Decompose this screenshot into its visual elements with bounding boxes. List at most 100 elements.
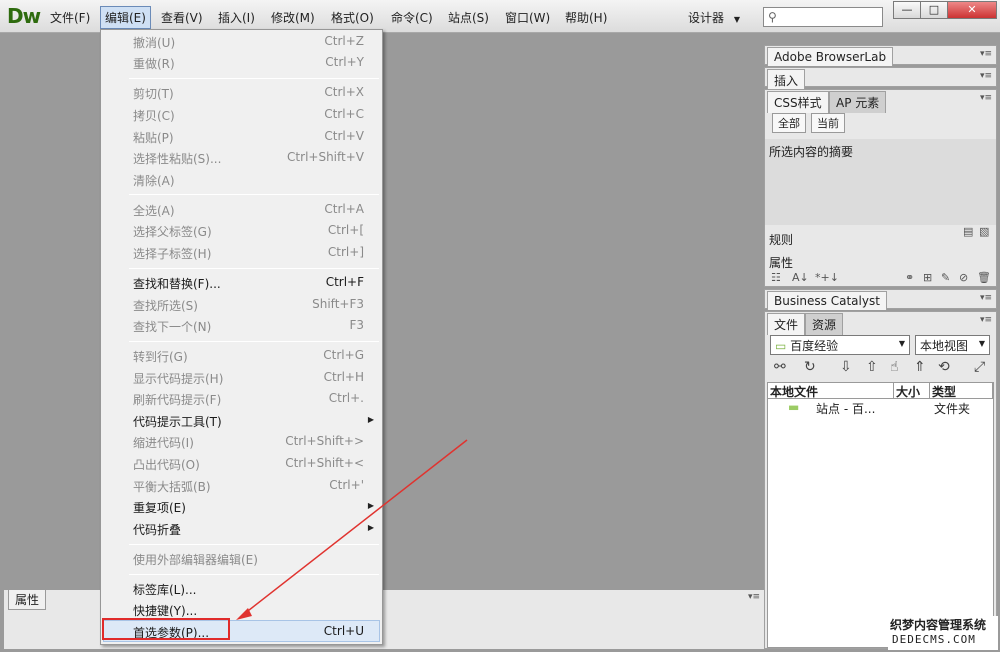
menu-item-redo[interactable]: 重做(R)	[133, 55, 175, 72]
menu-help[interactable]: 帮助(H)	[565, 9, 607, 26]
menu-item-copy[interactable]: 拷贝(C)	[133, 107, 175, 124]
panel-menu-icon[interactable]: ▾≡	[980, 93, 992, 103]
menu-item-indent-code[interactable]: 缩进代码(I)	[133, 434, 194, 451]
menu-item-show-code-hints[interactable]: 显示代码提示(H)	[133, 370, 223, 387]
menu-view[interactable]: 查看(V)	[161, 9, 203, 26]
tab-business-catalyst[interactable]: Business Catalyst	[767, 291, 887, 310]
menu-item-tag-libraries[interactable]: 标签库(L)...	[133, 581, 197, 598]
menu-item-keyboard-shortcuts[interactable]: 快捷键(Y)...	[133, 602, 197, 619]
shortcut: Ctrl+Shift+V	[287, 150, 364, 164]
view-select[interactable]: 本地视图 ▼	[915, 335, 990, 355]
delete-icon[interactable]: 🗑	[977, 271, 991, 284]
panel-menu-icon[interactable]: ▾≡	[980, 293, 992, 303]
menu-item-find-next[interactable]: 查找下一个(N)	[133, 318, 211, 335]
sort-az-icon[interactable]: A↓	[792, 271, 809, 284]
tab-properties[interactable]: 属性	[8, 590, 47, 610]
close-button[interactable]: ✕	[947, 1, 997, 19]
watermark-line2: DEDECMS.COM	[892, 633, 976, 646]
menu-command[interactable]: 命令(C)	[391, 9, 433, 26]
panel-menu-icon[interactable]: ▾≡	[980, 49, 992, 59]
menu-item-find-replace[interactable]: 查找和替换(F)...	[133, 275, 221, 292]
column-header-local-files[interactable]: 本地文件	[768, 383, 894, 399]
menu-modify[interactable]: 修改(M)	[271, 9, 315, 26]
shortcut: Ctrl+[	[327, 223, 364, 237]
site-select[interactable]: ▭ 百度经验 ▼	[770, 335, 910, 355]
set-properties-icon[interactable]: *+↓	[815, 271, 839, 284]
shortcut: Ctrl+Shift+<	[285, 456, 364, 470]
view-select-value: 本地视图	[920, 339, 969, 353]
menu-item-select-child[interactable]: 选择子标签(H)	[133, 245, 211, 262]
menu-separator	[129, 268, 379, 269]
put-files-icon[interactable]: ⇧	[866, 359, 878, 375]
menu-item-find-selection[interactable]: 查找所选(S)	[133, 297, 198, 314]
connect-icon[interactable]: ⚯	[774, 359, 786, 375]
menu-file[interactable]: 文件(F)	[50, 9, 90, 26]
link-icon[interactable]: ⚭	[905, 271, 914, 284]
shortcut: Ctrl+F	[325, 275, 364, 289]
tab-css-styles[interactable]: CSS样式	[767, 91, 829, 113]
panel-menu-icon[interactable]: ▾≡	[980, 71, 992, 81]
menu-separator	[129, 574, 379, 575]
edit-icon[interactable]: ✎	[941, 271, 950, 284]
insert-panel: 插入 ▾≡	[764, 67, 997, 91]
new-rule-icon[interactable]: ⊞	[923, 271, 932, 284]
menu-separator	[129, 78, 379, 79]
rule-icon[interactable]: ▤	[963, 225, 973, 238]
menu-item-refresh-code-hints[interactable]: 刷新代码提示(F)	[133, 391, 221, 408]
tab-ap-elements[interactable]: AP 元素	[829, 91, 887, 113]
menu-item-select-parent-tag[interactable]: 选择父标签(G)	[133, 223, 212, 240]
menu-item-code-collapse[interactable]: 代码折叠	[133, 521, 181, 538]
refresh-icon[interactable]: ↻	[804, 359, 816, 375]
show-current-button[interactable]: 当前	[811, 113, 845, 133]
get-files-icon[interactable]: ⇩	[840, 359, 852, 375]
menu-item-go-to-line[interactable]: 转到行(G)	[133, 348, 188, 365]
menu-insert[interactable]: 插入(I)	[218, 9, 255, 26]
watermark: 织梦内容管理系统 DEDECMS.COM	[888, 616, 998, 650]
shortcut: Ctrl+]	[327, 245, 364, 259]
menu-site[interactable]: 站点(S)	[448, 9, 489, 26]
menu-item-balance-braces[interactable]: 平衡大括弧(B)	[133, 478, 211, 495]
check-in-icon[interactable]: ⇑	[914, 359, 926, 375]
panel-menu-icon[interactable]: ▾≡	[748, 592, 760, 602]
menu-edit[interactable]: 编辑(E)	[100, 6, 151, 29]
menu-item-select-all[interactable]: 全选(A)	[133, 202, 175, 219]
column-header-type[interactable]: 类型	[930, 383, 993, 399]
panel-menu-icon[interactable]: ▾≡	[980, 315, 992, 325]
category-view-icon[interactable]: ☷	[771, 271, 781, 284]
menu-item-undo[interactable]: 撤消(U)	[133, 34, 175, 51]
file-type: 文件夹	[934, 402, 971, 416]
menu-item-repeating-items[interactable]: 重复项(E)	[133, 499, 186, 516]
minimize-button[interactable]: —	[893, 1, 921, 19]
menu-item-clear[interactable]: 清除(A)	[133, 172, 175, 189]
menu-item-code-hint-tools[interactable]: 代码提示工具(T)	[133, 413, 222, 430]
menu-item-cut[interactable]: 剪切(T)	[133, 85, 174, 102]
shortcut: Ctrl+Shift+>	[285, 434, 364, 448]
menu-item-paste-special[interactable]: 选择性粘贴(S)...	[133, 150, 221, 167]
rule-icon[interactable]: ▧	[979, 225, 989, 238]
shortcut: Ctrl+H	[323, 370, 364, 384]
menu-format[interactable]: 格式(O)	[331, 9, 374, 26]
sync-icon[interactable]: ⟲	[938, 359, 950, 375]
check-out-icon[interactable]: ☝	[890, 359, 899, 375]
expand-icon[interactable]: ⤢	[974, 359, 985, 375]
tab-browserlab[interactable]: Adobe BrowserLab	[767, 47, 894, 66]
menu-window[interactable]: 窗口(W)	[505, 9, 550, 26]
tab-assets[interactable]: 资源	[805, 313, 844, 335]
chevron-down-icon: ▼	[898, 339, 905, 348]
menu-item-external-editor[interactable]: 使用外部编辑器编辑(E)	[133, 551, 258, 568]
workspace-switcher[interactable]: 设计器 ▼	[688, 9, 740, 26]
menu-separator	[129, 341, 379, 342]
shortcut: F3	[349, 318, 364, 332]
folder-icon: ▭	[775, 339, 787, 353]
show-all-button[interactable]: 全部	[772, 113, 806, 133]
column-header-size[interactable]: 大小	[894, 383, 930, 399]
menu-item-outdent-code[interactable]: 凸出代码(O)	[133, 456, 200, 473]
disable-icon[interactable]: ⊘	[959, 271, 968, 284]
tab-files[interactable]: 文件	[767, 313, 806, 335]
search-input[interactable]: ⚲	[763, 7, 883, 27]
menu-item-paste[interactable]: 粘贴(P)	[133, 129, 174, 146]
table-row[interactable]: ▬ 站点 - 百... 文件夹	[768, 400, 993, 416]
properties-label: 属性	[769, 256, 794, 270]
tab-insert[interactable]: 插入	[767, 69, 806, 91]
maximize-button[interactable]: □	[920, 1, 948, 19]
